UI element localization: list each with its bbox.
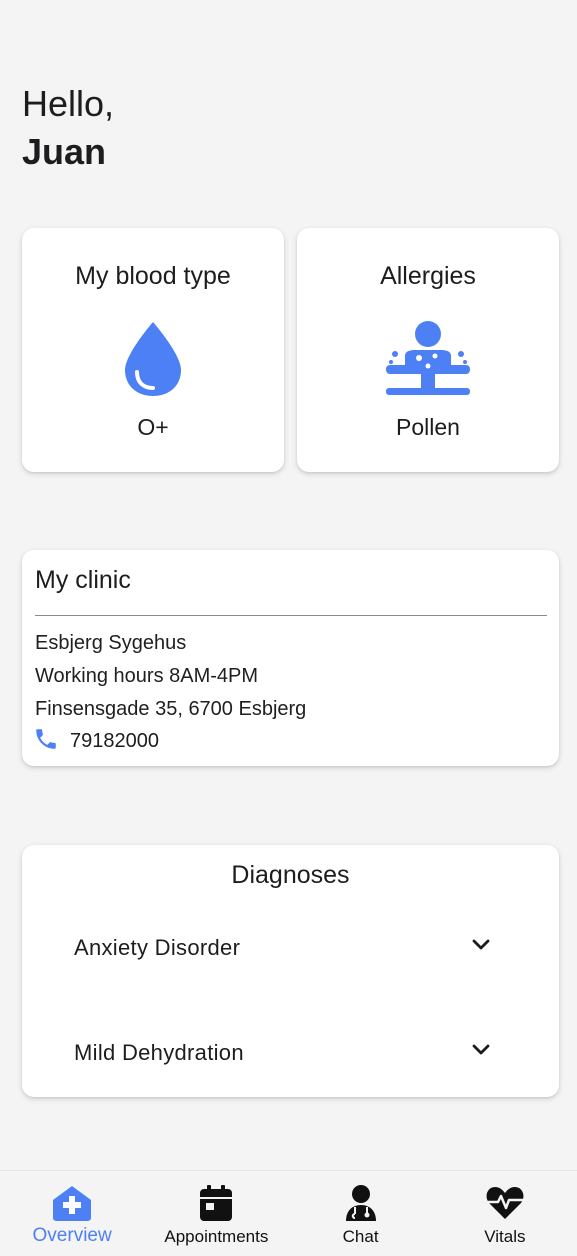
diagnosis-label: Mild Dehydration	[74, 1039, 244, 1065]
clinic-address: Finsensgade 35, 6700 Esbjerg	[35, 698, 307, 720]
clinic-hours: Working hours 8AM-4PM	[35, 665, 259, 687]
bottom-navigation: Overview Appointments Chat Vitals	[0, 1170, 577, 1256]
allergies-card[interactable]: Allergies Pollen	[297, 228, 559, 472]
diagnosis-item[interactable]: Anxiety Disorder	[74, 933, 493, 962]
diagnoses-card: Diagnoses Anxiety Disorder Mild Dehydrat…	[22, 845, 559, 1097]
clinic-phone[interactable]: 79182000	[33, 726, 159, 757]
heartbeat-icon	[485, 1183, 525, 1223]
nav-label: Overview	[32, 1225, 112, 1246]
nav-label: Chat	[342, 1227, 379, 1246]
nav-label: Appointments	[164, 1227, 269, 1246]
diagnoses-title: Diagnoses	[231, 861, 350, 889]
blood-drop-icon	[22, 320, 284, 400]
nav-tab-overview[interactable]: Overview	[0, 1171, 144, 1256]
nav-tab-appointments[interactable]: Appointments	[144, 1171, 288, 1256]
allergy-person-icon	[297, 320, 559, 400]
blood-type-value: O+	[137, 414, 169, 440]
doctor-icon	[344, 1183, 378, 1223]
clinic-card: My clinic Esbjerg Sygehus Working hours …	[22, 550, 559, 766]
clinic-home-icon	[51, 1183, 93, 1223]
calendar-icon	[199, 1183, 233, 1223]
clinic-title: My clinic	[35, 566, 131, 594]
blood-type-card[interactable]: My blood type O+	[22, 228, 284, 472]
diagnosis-label: Anxiety Disorder	[74, 934, 241, 960]
diagnosis-item[interactable]: Mild Dehydration	[74, 1038, 493, 1067]
clinic-divider	[35, 615, 547, 616]
chevron-down-icon	[469, 1038, 493, 1067]
clinic-phone-number: 79182000	[70, 730, 159, 752]
nav-label: Vitals	[484, 1227, 526, 1246]
greeting-user-name: Juan	[22, 131, 107, 172]
greeting-hello: Hello,	[22, 83, 115, 124]
greeting: Hello, Juan	[22, 82, 114, 178]
blood-type-title: My blood type	[75, 262, 231, 290]
allergies-title: Allergies	[380, 262, 476, 290]
phone-icon	[33, 726, 59, 757]
clinic-name: Esbjerg Sygehus	[35, 632, 187, 654]
allergies-value: Pollen	[396, 414, 460, 440]
chevron-down-icon	[469, 933, 493, 962]
nav-tab-chat[interactable]: Chat	[289, 1171, 433, 1256]
nav-tab-vitals[interactable]: Vitals	[433, 1171, 577, 1256]
